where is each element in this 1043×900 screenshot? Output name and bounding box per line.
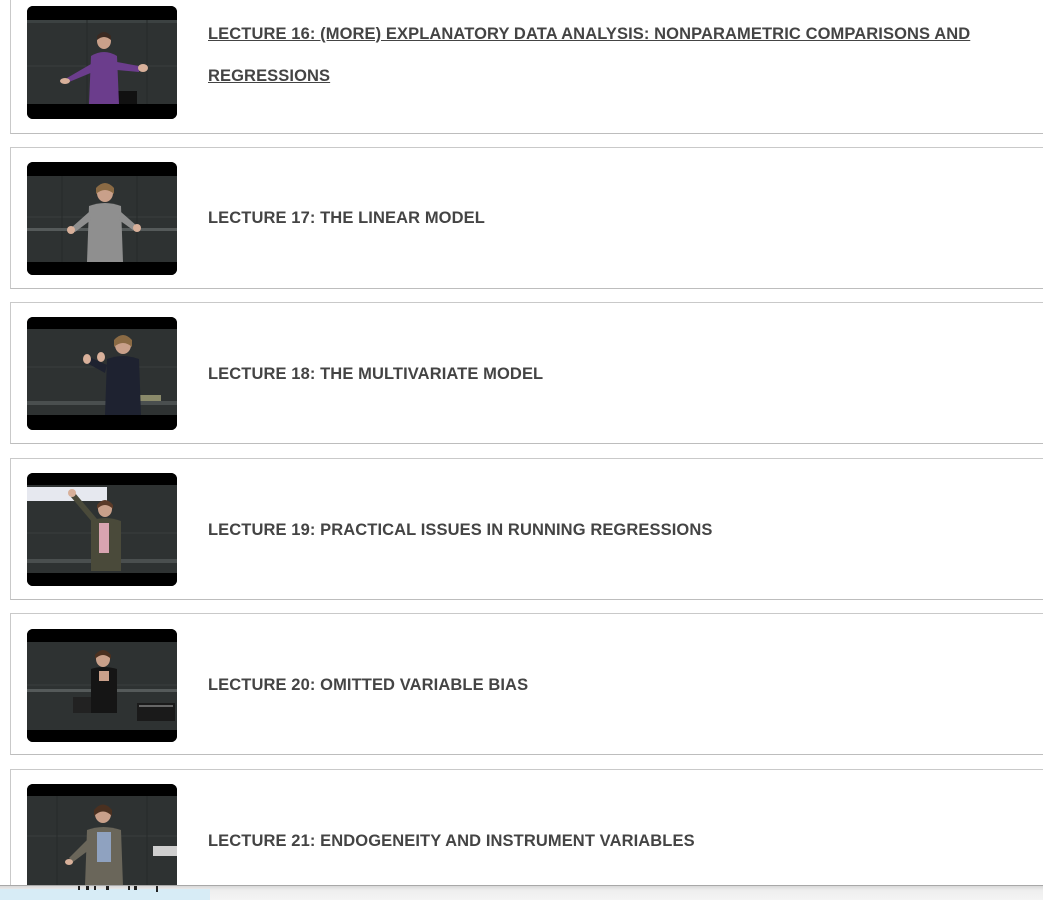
clipped-text-icon [78,886,158,892]
video-thumbnail-icon [27,162,177,275]
lecture-thumbnail[interactable] [27,473,177,586]
video-thumbnail-icon [27,473,177,586]
video-thumbnail-icon [27,317,177,430]
lecture-item-19[interactable]: LECTURE 19: PRACTICAL ISSUES IN RUNNING … [10,458,1043,600]
lecture-thumbnail[interactable] [27,162,177,275]
lecture-title[interactable]: LECTURE 19: PRACTICAL ISSUES IN RUNNING … [208,521,1035,540]
lecture-item-21[interactable]: LECTURE 21: ENDOGENEITY AND INSTRUMENT V… [10,769,1043,900]
lecture-item-16[interactable]: LECTURE 16: (MORE) EXPLANATORY DATA ANAL… [10,0,1043,134]
lecture-thumbnail[interactable] [27,317,177,430]
lecture-page: LECTURE 16: (MORE) EXPLANATORY DATA ANAL… [0,0,1043,900]
lecture-item-17[interactable]: LECTURE 17: THE LINEAR MODEL [10,147,1043,289]
lecture-thumbnail[interactable] [27,784,177,897]
video-thumbnail-icon [27,629,177,742]
video-thumbnail-icon [27,6,177,119]
lecture-item-18[interactable]: LECTURE 18: THE MULTIVARIATE MODEL [10,302,1043,444]
lecture-title[interactable]: LECTURE 17: THE LINEAR MODEL [208,209,1035,228]
video-thumbnail-icon [27,784,177,897]
lecture-title[interactable]: LECTURE 21: ENDOGENEITY AND INSTRUMENT V… [208,832,1035,851]
lecture-title[interactable]: LECTURE 20: OMITTED VARIABLE BIAS [208,676,1035,695]
window-bottom-edge [0,885,1043,900]
lecture-title-link[interactable]: LECTURE 16: (MORE) EXPLANATORY DATA ANAL… [208,13,1040,97]
lecture-thumbnail[interactable] [27,629,177,742]
lecture-item-20[interactable]: LECTURE 20: OMITTED VARIABLE BIAS [10,613,1043,755]
lecture-title[interactable]: LECTURE 18: THE MULTIVARIATE MODEL [208,365,1035,384]
lecture-thumbnail[interactable] [27,6,177,119]
